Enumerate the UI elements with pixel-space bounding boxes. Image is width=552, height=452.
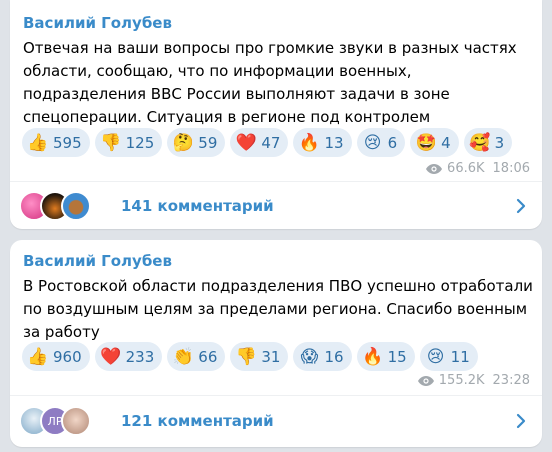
reaction-thumbs-up[interactable]: 👍 595 <box>22 128 90 157</box>
reaction-smiling-hearts[interactable]: 🥰 3 <box>463 128 513 157</box>
reaction-count: 233 <box>125 347 155 366</box>
reaction-fire[interactable]: 🔥 15 <box>356 342 415 371</box>
reaction-count: 3 <box>494 133 505 152</box>
eye-icon <box>426 163 443 174</box>
divider <box>10 181 542 182</box>
avatar <box>61 406 91 436</box>
reaction-count: 595 <box>53 133 82 152</box>
reactions-bar: 👍 595 👎 125 🤔 59 ❤️ 47 🔥 13 😢 6 🤩 4 🥰 3 <box>22 128 517 157</box>
clapping-hands-icon: 👏 <box>172 346 194 367</box>
chevron-right-icon <box>516 198 526 214</box>
reaction-heart[interactable]: ❤️ 47 <box>230 128 289 157</box>
thumbs-down-icon: 👎 <box>100 132 122 153</box>
commenter-avatars <box>19 191 107 221</box>
eye-icon <box>417 375 434 386</box>
reaction-thinking[interactable]: 🤔 59 <box>167 128 226 157</box>
reaction-count: 960 <box>53 347 82 366</box>
reaction-star-struck[interactable]: 🤩 4 <box>410 128 459 157</box>
thumbs-up-icon: 👍 <box>27 132 49 153</box>
thumbs-down-icon: 👎 <box>235 346 257 367</box>
message-post-2: Василий Голубев В Ростовской области под… <box>10 240 542 447</box>
reaction-count: 4 <box>441 133 451 152</box>
heart-icon: ❤️ <box>235 132 257 153</box>
comments-count: 121 комментарий <box>121 412 274 430</box>
fire-icon: 🔥 <box>361 346 384 367</box>
reaction-crying[interactable]: 😢 11 <box>419 342 478 371</box>
reaction-heart[interactable]: ❤️ 233 <box>94 342 163 371</box>
comments-button[interactable]: 141 комментарий <box>10 183 542 229</box>
post-time: 18:06 <box>492 161 530 176</box>
post-author[interactable]: Василий Голубев <box>23 252 172 270</box>
post-meta: 66.6K 18:06 <box>425 161 530 176</box>
reaction-clapping[interactable]: 👏 66 <box>167 342 226 371</box>
reaction-thumbs-down[interactable]: 👎 125 <box>94 128 163 157</box>
reaction-count: 66 <box>198 347 218 366</box>
post-text: В Ростовской области подразделения ПВО у… <box>23 277 533 341</box>
reaction-screaming[interactable]: 😱 16 <box>293 342 352 371</box>
post-author[interactable]: Василий Голубев <box>23 14 172 32</box>
screaming-face-icon: 😱 <box>300 346 319 367</box>
reaction-count: 6 <box>387 133 398 152</box>
reaction-count: 47 <box>261 133 281 152</box>
post-time: 23:28 <box>492 373 530 388</box>
comments-button[interactable]: ЛР 121 комментарий <box>10 398 542 444</box>
reaction-count: 59 <box>198 133 218 152</box>
reaction-count: 11 <box>450 347 470 366</box>
reaction-count: 13 <box>324 133 344 152</box>
post-text: Отвечая на ваши вопросы про громкие звук… <box>23 39 517 126</box>
heart-icon: ❤️ <box>100 346 122 367</box>
reaction-thumbs-down[interactable]: 👎 31 <box>230 342 289 371</box>
commenter-avatars: ЛР <box>19 406 107 436</box>
crying-face-icon: 😢 <box>363 132 382 153</box>
crying-face-icon: 😢 <box>426 346 445 367</box>
avatar <box>61 191 91 221</box>
fire-icon: 🔥 <box>298 132 321 153</box>
reaction-count: 125 <box>125 133 155 152</box>
thinking-face-icon: 🤔 <box>172 132 194 153</box>
chevron-right-icon <box>516 413 526 429</box>
star-struck-icon: 🤩 <box>415 132 437 153</box>
divider <box>10 395 542 396</box>
view-count: 66.6K <box>447 161 485 176</box>
reactions-bar: 👍 960 ❤️ 233 👏 66 👎 31 😱 16 🔥 15 😢 11 <box>22 342 483 371</box>
smiling-hearts-icon: 🥰 <box>469 132 491 153</box>
reaction-fire[interactable]: 🔥 13 <box>293 128 352 157</box>
thumbs-up-icon: 👍 <box>27 346 49 367</box>
post-meta: 155.2K 23:28 <box>417 373 530 388</box>
message-post-1: Василий Голубев Отвечая на ваши вопросы … <box>10 0 542 229</box>
view-count: 155.2K <box>438 373 485 388</box>
reaction-count: 16 <box>324 347 344 366</box>
reaction-count: 31 <box>261 347 281 366</box>
comments-count: 141 комментарий <box>121 197 274 215</box>
reaction-crying[interactable]: 😢 6 <box>356 128 406 157</box>
reaction-count: 15 <box>387 347 407 366</box>
reaction-thumbs-up[interactable]: 👍 960 <box>22 342 90 371</box>
